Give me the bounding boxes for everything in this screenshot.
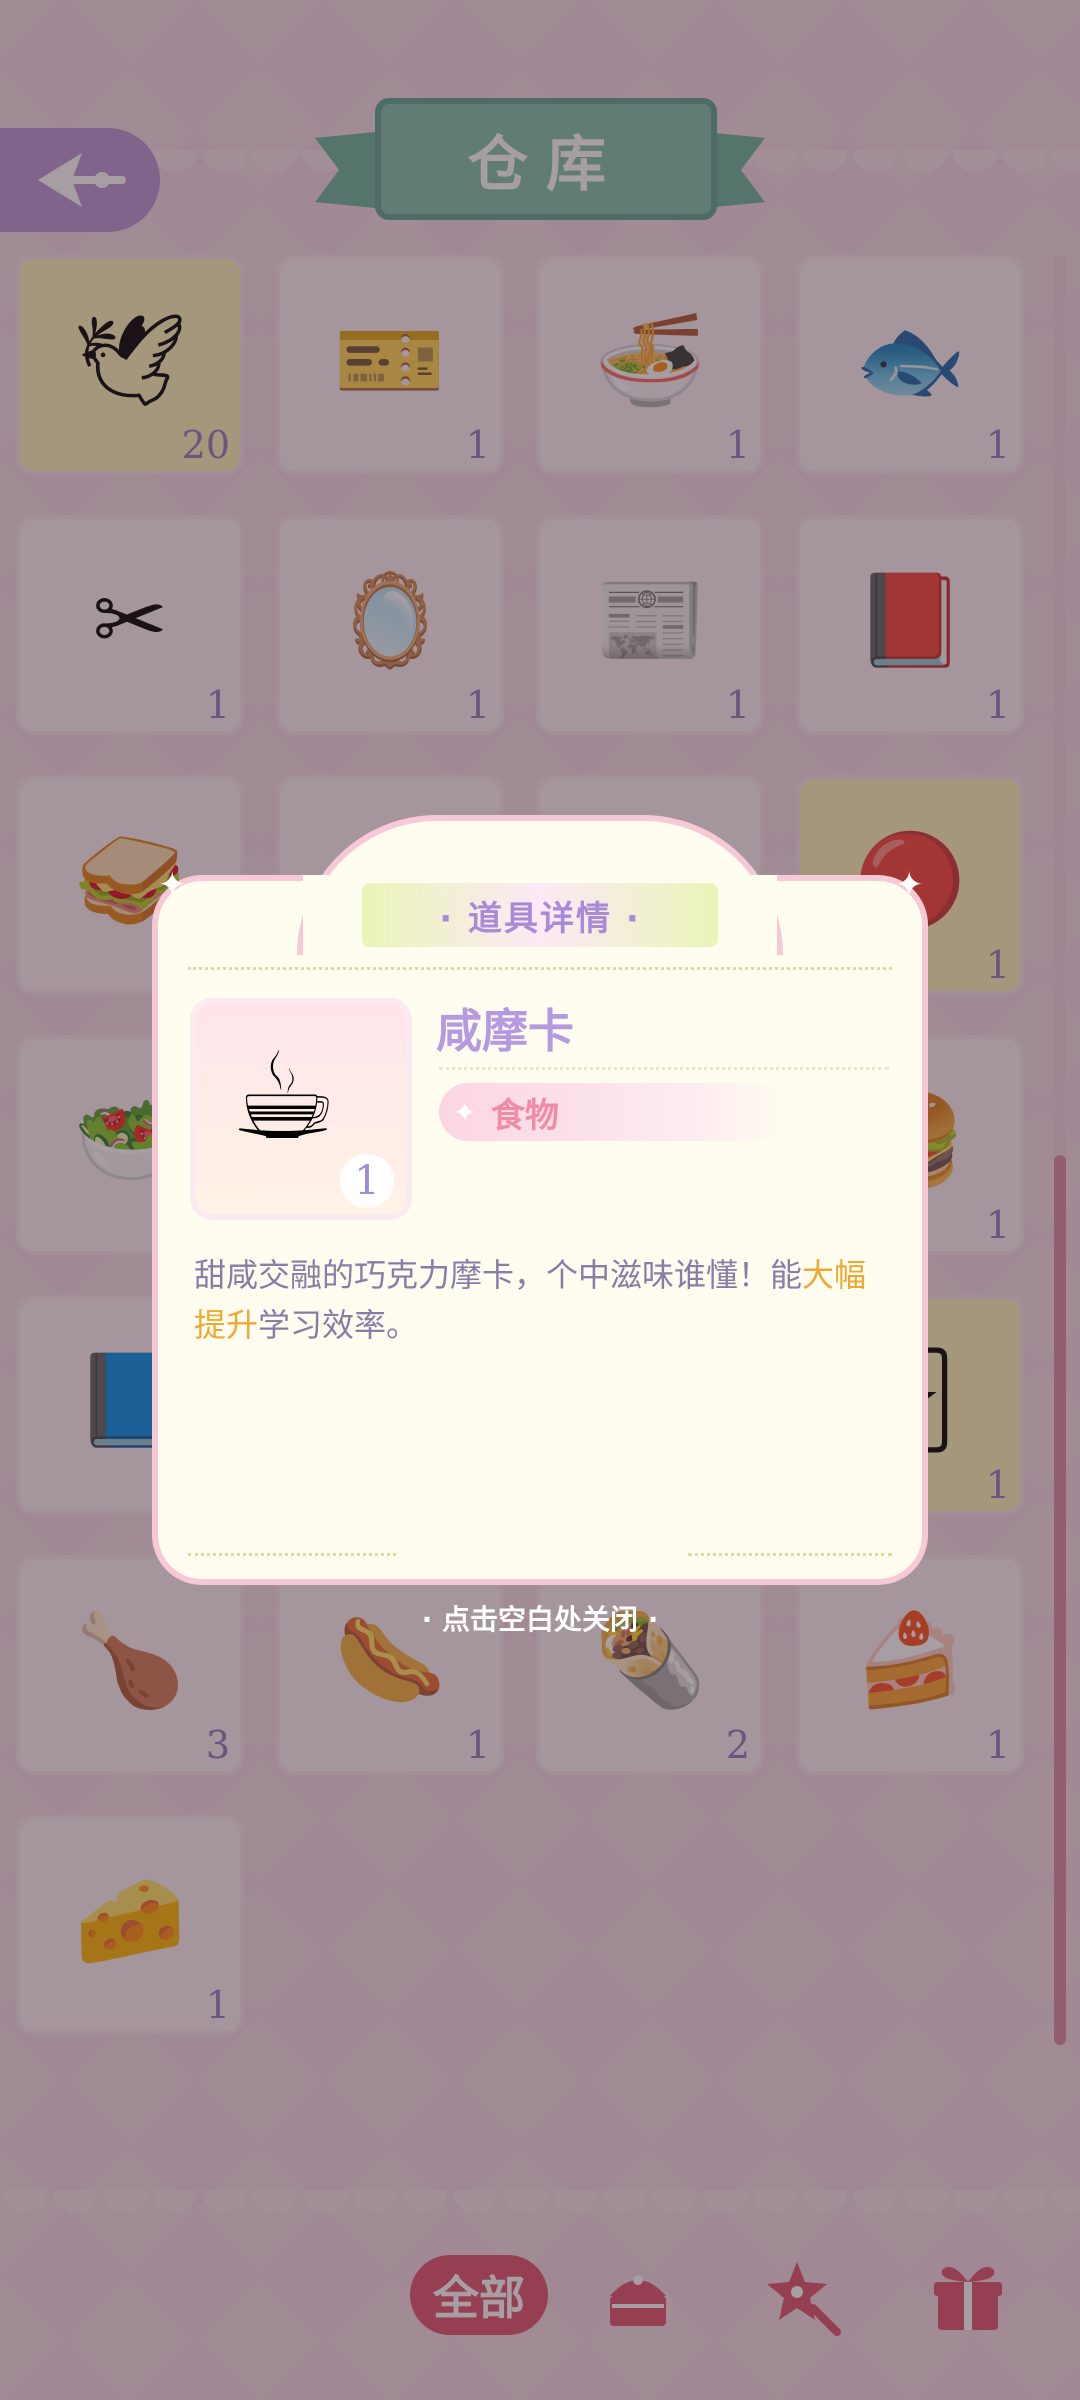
modal-title: · 道具详情 · — [439, 898, 641, 939]
desc-text-end: 学习效率。 — [258, 1306, 419, 1344]
item-detail-modal: · 道具详情 · ☕ 1 咸摩卡 ✦ 食物 甜咸交融的巧克力摩卡，个中滋味谁懂！… — [152, 815, 928, 1585]
item-type-badge: ✦ 食物 — [439, 1083, 789, 1141]
divider-bottom-left — [188, 1553, 396, 1556]
sparkle-icon: ✦ — [895, 865, 924, 905]
modal-card — [152, 875, 928, 1585]
modal-title-band: · 道具详情 · — [362, 883, 718, 947]
divider-top — [188, 967, 892, 970]
sparkle-icon: ✦ — [453, 1095, 477, 1129]
divider-name — [439, 1067, 889, 1070]
item-count: 1 — [340, 1154, 394, 1208]
item-icon-frame: ☕ 1 — [190, 998, 412, 1220]
desc-text: 甜咸交融的巧克力摩卡，个中滋味谁懂！能 — [194, 1256, 803, 1294]
mocha-cup-icon: ☕ — [230, 1028, 338, 1167]
sparkle-icon: ✦ — [158, 865, 187, 905]
divider-bottom-right — [688, 1553, 892, 1556]
item-type: 食物 — [491, 1095, 559, 1136]
item-description: 甜咸交融的巧克力摩卡，个中滋味谁懂！能大幅提升学习效率。 — [194, 1250, 884, 1350]
item-name: 咸摩卡 — [436, 1004, 574, 1058]
close-hint: · 点击空白处关闭 · — [421, 1603, 659, 1636]
